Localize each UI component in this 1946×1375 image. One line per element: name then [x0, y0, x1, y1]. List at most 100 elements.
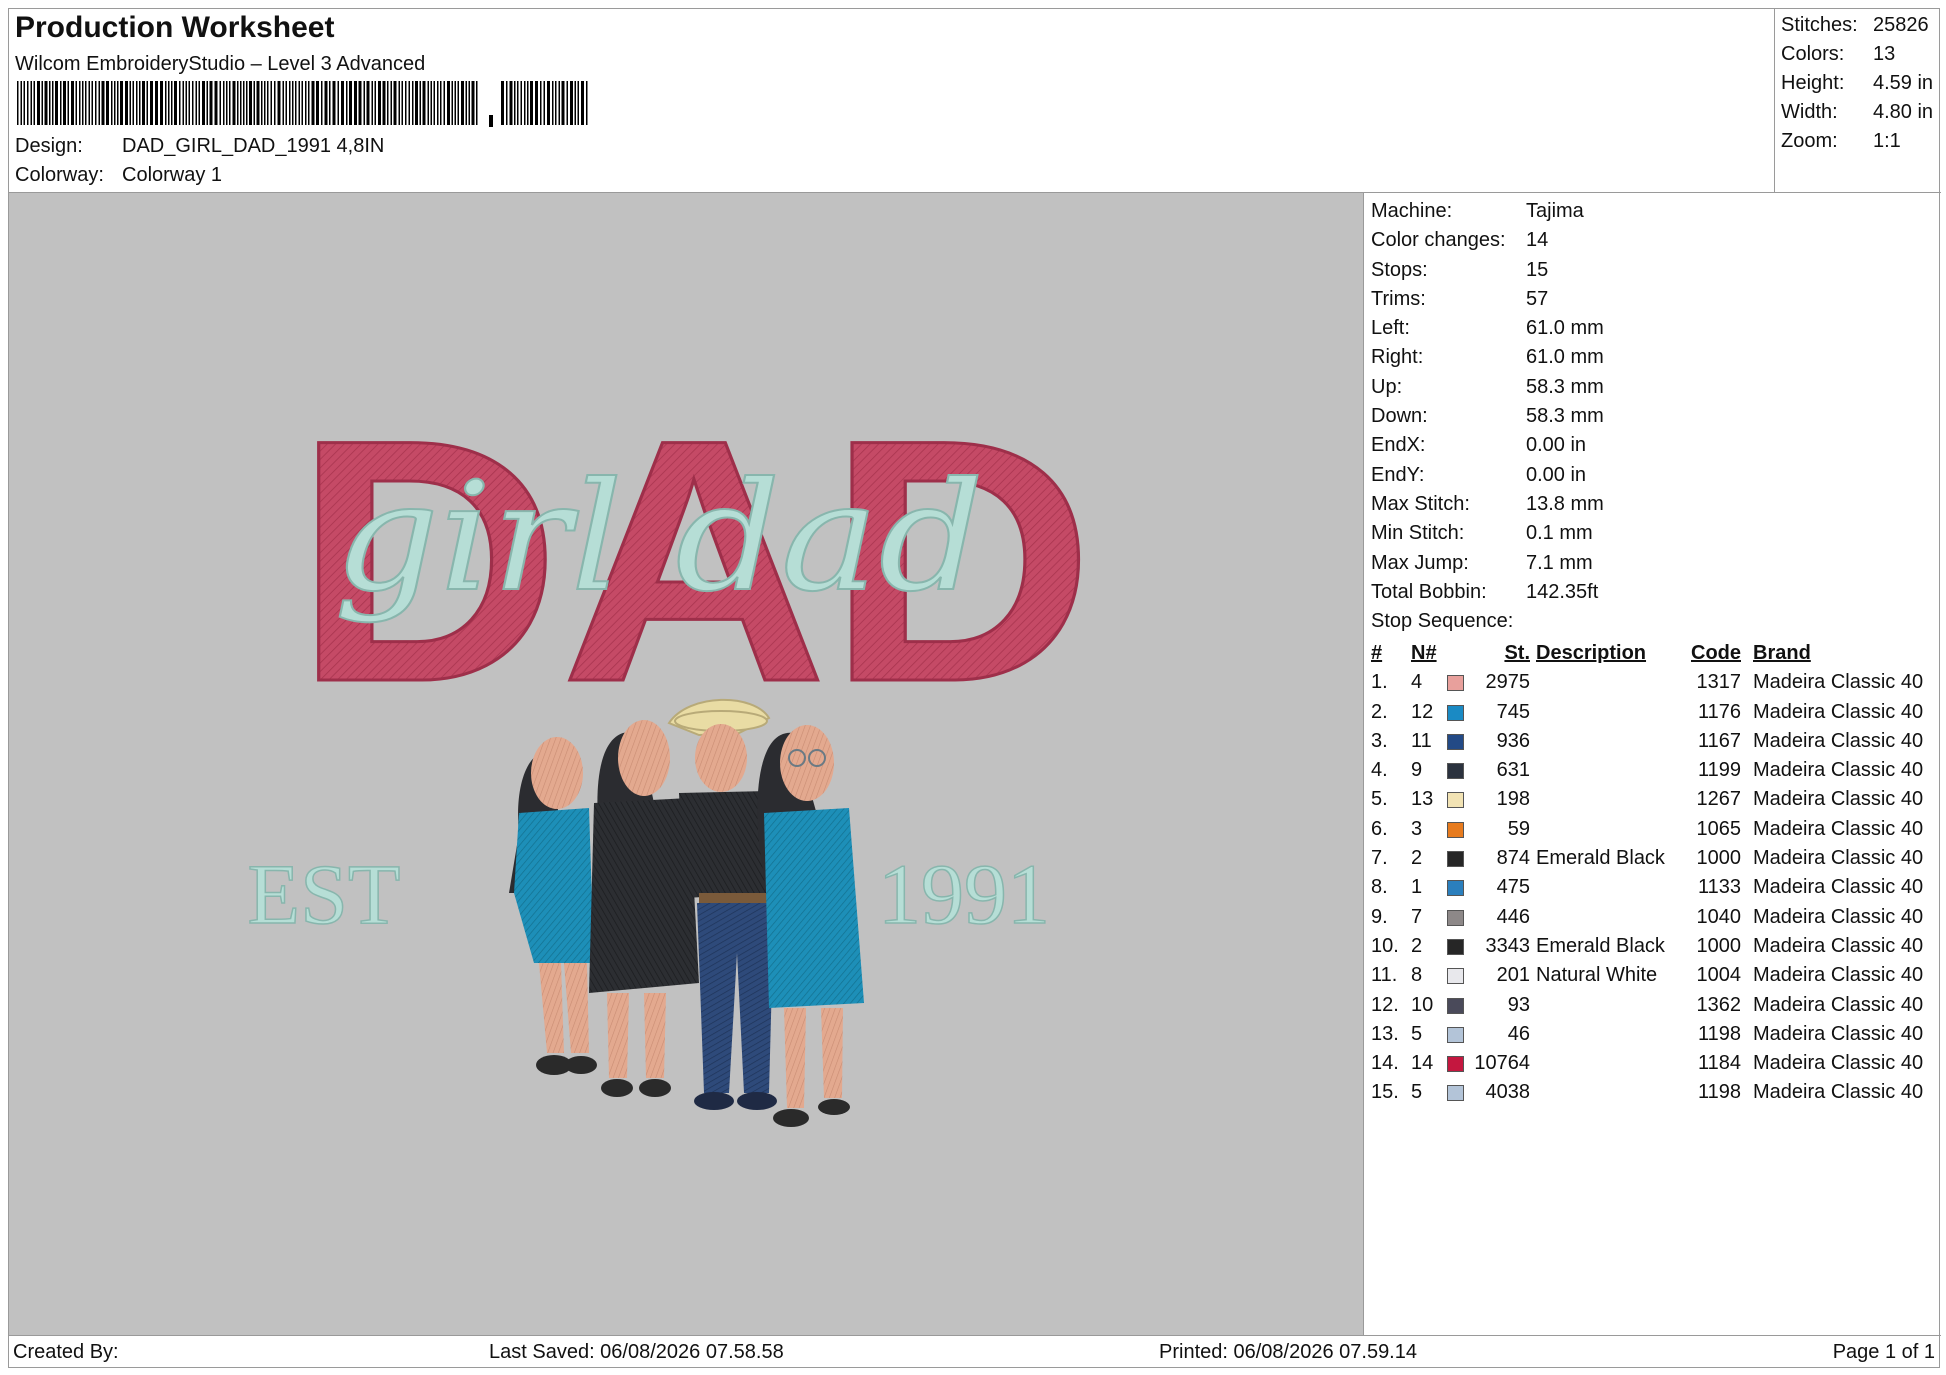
table-row: 7. 2 874 Emerald Black 1000 Madeira Classic 4…: [1371, 844, 1941, 873]
thread-brand: Madeira Classic 40: [1753, 876, 1924, 899]
thread-brand: Madeira Classic 40: [1753, 1081, 1924, 1104]
color-swatch: [1447, 792, 1464, 809]
stitch-count: 446: [1496, 905, 1530, 928]
barcode: [17, 81, 588, 127]
color-swatch: [1447, 1056, 1464, 1073]
thread-code: 1317: [1696, 671, 1742, 694]
design-label: Design:: [15, 135, 83, 157]
stitch-count: 10764: [1474, 1052, 1530, 1075]
table-row: 8. 1 475 1133 Madeira Classic 40: [1371, 873, 1941, 902]
last-saved: Last Saved: 06/08/2026 07.58.58: [489, 1341, 784, 1363]
stitch-count: 3343: [1485, 934, 1531, 957]
info-color-changes: Color changes: 14: [1371, 229, 1549, 252]
info-stop-sequence: Stop Sequence:: [1371, 610, 1514, 633]
table-row: 14. 14 10764 1184 Madeira Classic 40: [1371, 1049, 1941, 1078]
color-swatch: [1447, 1085, 1464, 1102]
color-swatch: [1447, 733, 1464, 750]
col-st: St.: [1504, 642, 1530, 664]
table-row: 5. 13 198 1267 Madeira Classic 40: [1371, 785, 1941, 814]
stitch-count: 198: [1496, 788, 1530, 811]
stitch-count: 46: [1507, 1022, 1530, 1045]
col-n: N#: [1411, 642, 1437, 664]
girl-dad-script: girl dad: [334, 451, 984, 625]
thread-code: 1133: [1697, 876, 1741, 899]
row-index: 11.: [1371, 964, 1398, 987]
stitch-count: 59: [1507, 817, 1530, 840]
thread-brand: Madeira Classic 40: [1753, 700, 1924, 723]
color-swatch: [1447, 851, 1464, 868]
info-endx: EndX: 0.00 in: [1371, 434, 1587, 457]
col-code: Code: [1691, 642, 1741, 664]
colorway-row: Colorway: Colorway 1: [15, 164, 222, 187]
stitch-count: 93: [1507, 993, 1530, 1016]
thread-code: 1000: [1696, 934, 1742, 957]
color-swatch: [1447, 997, 1464, 1014]
row-index: 9.: [1371, 905, 1388, 928]
table-row: 13. 5 46 1198 Madeira Classic 40: [1371, 1020, 1941, 1049]
color-swatch: [1447, 880, 1464, 897]
info-total-bobbin: Total Bobbin: 142.35ft: [1371, 580, 1599, 603]
info-min-stitch: Min Stitch: 0.1 mm: [1371, 522, 1593, 545]
stat-stitches: Stitches: 25826: [1781, 14, 1929, 36]
stat-zoom: Zoom: 1:1: [1781, 130, 1901, 152]
stitch-count: 745: [1496, 700, 1530, 723]
colorway-value: Colorway 1: [122, 164, 223, 186]
thread-code: 1267: [1696, 788, 1742, 811]
info-up: Up: 58.3 mm: [1371, 375, 1604, 398]
thread-code: 1004: [1696, 964, 1742, 987]
col-brand: Brand: [1753, 642, 1811, 664]
thread-code: 1199: [1697, 759, 1741, 782]
color-swatch: [1447, 1026, 1464, 1043]
thread-description: Emerald Black: [1536, 847, 1665, 870]
thread-brand: Madeira Classic 40: [1753, 788, 1924, 811]
row-index: 15.: [1371, 1081, 1399, 1104]
thread-code: 1184: [1697, 1052, 1741, 1075]
stats-box: Stitches: 25826 Colors: 13 Height: 4.59 in …: [1774, 9, 1941, 193]
printed-date: Printed: 06/08/2026 07.59.14: [1159, 1341, 1417, 1363]
thread-description: Natural White: [1536, 964, 1658, 987]
info-endy: EndY: 0.00 in: [1371, 463, 1587, 486]
design-preview: DAD girl dad EST 1991: [9, 193, 1364, 1335]
row-index: 5.: [1371, 788, 1388, 811]
table-row: 12. 10 93 1362 Madeira Classic 40: [1371, 991, 1941, 1020]
table-row: 6. 3 59 1065 Madeira Classic 40: [1371, 815, 1941, 844]
thread-description: Emerald Black: [1536, 934, 1665, 957]
thread-brand: Madeira Classic 40: [1753, 817, 1924, 840]
design-row: Design: DAD_GIRL_DAD_1991 4,8IN: [15, 135, 384, 158]
colorway-label: Colorway:: [15, 164, 104, 186]
color-swatch: [1447, 763, 1464, 780]
stitch-count: 631: [1496, 759, 1530, 782]
color-swatch: [1447, 821, 1464, 838]
page-title: Production Worksheet: [15, 11, 335, 44]
col-desc: Description: [1536, 642, 1647, 664]
info-stops: Stops: 15: [1371, 258, 1549, 281]
stat-height: Height: 4.59 in: [1781, 72, 1934, 94]
table-row: 15. 5 4038 1198 Madeira Classic 40: [1371, 1078, 1941, 1107]
row-index: 14.: [1371, 1052, 1399, 1075]
info-machine: Machine: Tajima: [1371, 200, 1584, 222]
info-right: Right: 61.0 mm: [1371, 346, 1604, 369]
stat-colors: Colors: 13: [1781, 43, 1896, 65]
thread-brand: Madeira Classic 40: [1753, 934, 1924, 957]
table-row: 9. 7 446 1040 Madeira Classic 40: [1371, 903, 1941, 932]
info-down: Down: 58.3 mm: [1371, 405, 1604, 428]
row-index: 10.: [1371, 934, 1399, 957]
thread-brand: Madeira Classic 40: [1753, 847, 1924, 870]
table-row: 1. 4 2975 1317 Madeira Classic 40: [1371, 668, 1941, 697]
table-row: 10. 2 3343 Emerald Black 1000 Madeira Classic…: [1371, 932, 1941, 961]
stitch-count: 936: [1496, 729, 1530, 752]
col-idx: #: [1371, 642, 1383, 664]
color-swatch: [1447, 968, 1464, 985]
stitch-count: 4038: [1485, 1081, 1531, 1104]
table-row: 11. 8 201 Natural White 1004 Madeira Classic …: [1371, 961, 1941, 990]
worksheet-header: Production Worksheet Wilcom EmbroiderySt…: [9, 9, 1941, 193]
color-swatch: [1447, 909, 1464, 926]
software-name: Wilcom EmbroideryStudio – Level 3 Advanc…: [15, 53, 426, 75]
design-value: DAD_GIRL_DAD_1991 4,8IN: [122, 135, 385, 157]
stitch-count: 201: [1496, 964, 1530, 987]
thread-brand: Madeira Classic 40: [1753, 905, 1924, 928]
family-illustration: [509, 698, 864, 1127]
info-trims: Trims: 57: [1371, 287, 1549, 310]
thread-brand: Madeira Classic 40: [1753, 729, 1924, 752]
table-row: 3. 11 936 1167 Madeira Classic 40: [1371, 727, 1941, 756]
